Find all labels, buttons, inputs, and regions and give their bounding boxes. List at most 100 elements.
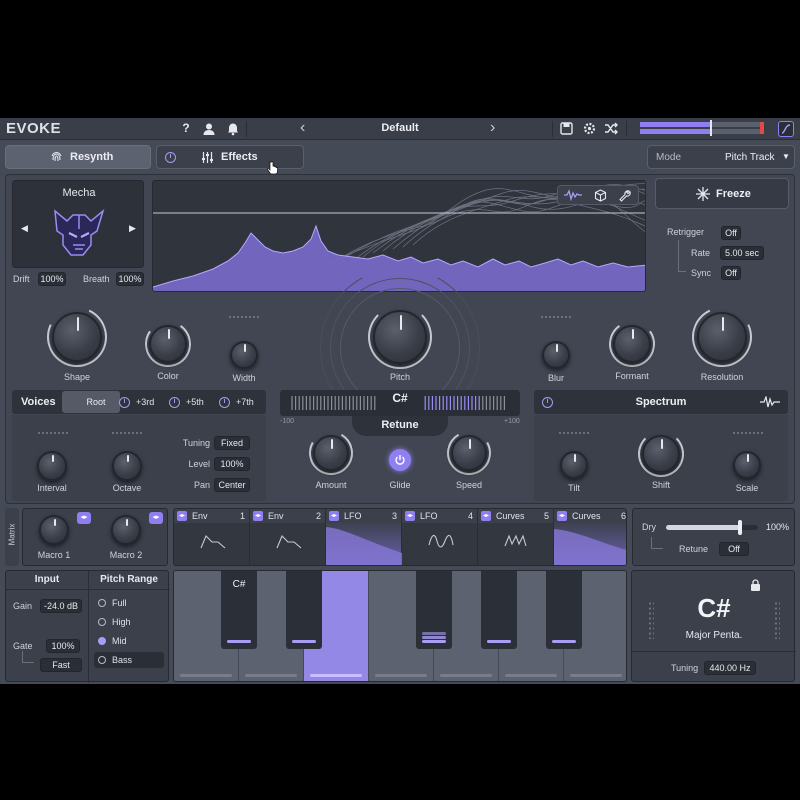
tilt-knob[interactable] bbox=[560, 451, 588, 479]
mode-selector[interactable]: Mode Pitch Track ▼ bbox=[647, 145, 795, 169]
settings-gear-icon[interactable] bbox=[583, 122, 596, 135]
lock-icon[interactable] bbox=[750, 579, 761, 591]
black-key[interactable] bbox=[416, 571, 452, 649]
retune-max-label: +100 bbox=[504, 418, 520, 425]
seventh-info-icon[interactable]: i bbox=[219, 397, 230, 408]
macro-1-link-icon[interactable]: ◂▸ bbox=[77, 512, 91, 524]
pitch-knob[interactable] bbox=[373, 310, 427, 364]
third-info-icon[interactable]: i bbox=[119, 397, 130, 408]
fifth-info-icon[interactable]: i bbox=[169, 397, 180, 408]
radio-button[interactable] bbox=[98, 637, 106, 645]
interval-knob[interactable] bbox=[37, 451, 67, 481]
bell-icon[interactable] bbox=[226, 122, 240, 136]
blur-label: Blur bbox=[547, 373, 564, 383]
shape-knob[interactable] bbox=[52, 312, 102, 362]
mod-slot-lfo-4[interactable]: ◂▸ LFO 4 bbox=[402, 509, 478, 565]
pitch-range-option-mid[interactable]: Mid bbox=[94, 633, 164, 649]
sync-value[interactable]: Off bbox=[721, 266, 741, 280]
macro-2-link-icon[interactable]: ◂▸ bbox=[149, 512, 163, 524]
seventh-voice-label[interactable]: +7th bbox=[236, 397, 254, 407]
help-icon[interactable]: ? bbox=[180, 121, 192, 135]
voice-tuning-value[interactable]: Fixed bbox=[214, 436, 250, 450]
black-key-active[interactable]: C# bbox=[221, 571, 257, 649]
prev-preset-button[interactable]: ‹ bbox=[300, 119, 305, 137]
dry-slider-fill bbox=[666, 525, 740, 530]
radio-button[interactable] bbox=[98, 656, 106, 664]
scale-knob[interactable] bbox=[733, 451, 761, 479]
gate-value[interactable]: 100% bbox=[46, 639, 80, 653]
link-icon[interactable]: ◂▸ bbox=[481, 511, 491, 521]
pitch-range-option-high[interactable]: High bbox=[94, 614, 164, 630]
user-icon[interactable] bbox=[202, 122, 216, 136]
matrix-tab[interactable]: Matrix bbox=[5, 508, 19, 566]
save-icon[interactable] bbox=[560, 122, 573, 135]
macro-1-knob[interactable] bbox=[39, 515, 69, 545]
breath-value[interactable]: 100% bbox=[116, 272, 144, 286]
wrench-icon[interactable] bbox=[618, 189, 631, 202]
link-icon[interactable]: ◂▸ bbox=[405, 511, 415, 521]
output-retune-value[interactable]: Off bbox=[719, 542, 749, 556]
link-icon[interactable]: ◂▸ bbox=[557, 511, 567, 521]
tab-resynth[interactable]: Resynth bbox=[5, 145, 151, 169]
mod-slot-curves-6[interactable]: ◂▸ Curves 6 bbox=[554, 509, 626, 565]
info-icon[interactable]: i bbox=[165, 152, 176, 163]
color-knob[interactable] bbox=[149, 325, 187, 363]
drift-value[interactable]: 100% bbox=[38, 272, 66, 286]
voice-level-value[interactable]: 100% bbox=[214, 457, 250, 471]
fifth-voice-label[interactable]: +5th bbox=[186, 397, 204, 407]
macro-2-knob[interactable] bbox=[111, 515, 141, 545]
black-key[interactable] bbox=[286, 571, 322, 649]
macro-2-label: Macro 2 bbox=[109, 550, 143, 560]
speed-knob[interactable] bbox=[451, 435, 487, 471]
resolution-knob[interactable] bbox=[697, 312, 747, 362]
black-key[interactable] bbox=[481, 571, 517, 649]
spectrum-wave-icon[interactable] bbox=[760, 396, 780, 408]
rate-value[interactable]: 5.00 sec bbox=[720, 246, 764, 260]
retune-strip[interactable]: C# bbox=[280, 390, 520, 416]
black-key[interactable] bbox=[546, 571, 582, 649]
waveform-view-icon[interactable] bbox=[564, 189, 582, 201]
mod-slot-lfo-3[interactable]: ◂▸ LFO 3 bbox=[326, 509, 402, 565]
prev-source-button[interactable]: ◀ bbox=[21, 223, 28, 234]
sync-label: Sync bbox=[691, 268, 712, 278]
width-knob[interactable] bbox=[230, 341, 258, 369]
third-voice-label[interactable]: +3rd bbox=[136, 397, 154, 407]
formant-knob[interactable] bbox=[613, 325, 651, 363]
gain-value[interactable]: -24.0 dB bbox=[40, 599, 82, 613]
next-preset-button[interactable]: › bbox=[490, 119, 495, 137]
mode-label: Mode bbox=[656, 152, 682, 163]
radio-button[interactable] bbox=[98, 618, 106, 626]
mod-slot-env-2[interactable]: ◂▸ Env 2 bbox=[250, 509, 326, 565]
link-icon[interactable]: ◂▸ bbox=[329, 511, 339, 521]
retrigger-value[interactable]: Off bbox=[721, 226, 741, 240]
cube-view-icon[interactable] bbox=[594, 189, 607, 202]
blur-handle-dots bbox=[540, 315, 572, 319]
output-retune-label: Retune bbox=[679, 544, 709, 554]
link-icon[interactable]: ◂▸ bbox=[253, 511, 263, 521]
voice-pan-value[interactable]: Center bbox=[214, 478, 250, 492]
link-icon[interactable]: ◂▸ bbox=[177, 511, 187, 521]
blur-knob[interactable] bbox=[542, 341, 570, 369]
shuffle-icon[interactable] bbox=[604, 122, 618, 135]
shift-knob[interactable] bbox=[642, 435, 680, 473]
curve-logo-icon[interactable] bbox=[778, 121, 794, 137]
gate-speed-value[interactable]: Fast bbox=[40, 658, 82, 672]
scale-tuning-value[interactable]: 440.00 Hz bbox=[704, 661, 756, 675]
pitch-range-option-full[interactable]: Full bbox=[94, 595, 164, 611]
preset-name[interactable]: Default bbox=[360, 122, 440, 134]
radio-button[interactable] bbox=[98, 599, 106, 607]
mod-slot-env-1[interactable]: ◂▸ Env 1 bbox=[174, 509, 250, 565]
amount-knob[interactable] bbox=[313, 435, 349, 471]
tab-effects-label: Effects bbox=[221, 151, 258, 163]
voice-tuning-label: Tuning bbox=[182, 438, 210, 448]
dry-slider[interactable] bbox=[666, 520, 758, 535]
next-source-button[interactable]: ▶ bbox=[129, 223, 136, 234]
dry-slider-thumb[interactable] bbox=[737, 520, 742, 535]
mod-slot-curves-5[interactable]: ◂▸ Curves 5 bbox=[478, 509, 554, 565]
freeze-button[interactable]: Freeze bbox=[655, 178, 789, 209]
octave-knob[interactable] bbox=[112, 451, 142, 481]
root-button[interactable]: Root bbox=[62, 391, 120, 413]
tab-effects[interactable]: i Effects bbox=[156, 145, 304, 169]
glide-power-button[interactable] bbox=[389, 449, 411, 471]
pitch-range-option-bass[interactable]: Bass bbox=[94, 652, 164, 668]
